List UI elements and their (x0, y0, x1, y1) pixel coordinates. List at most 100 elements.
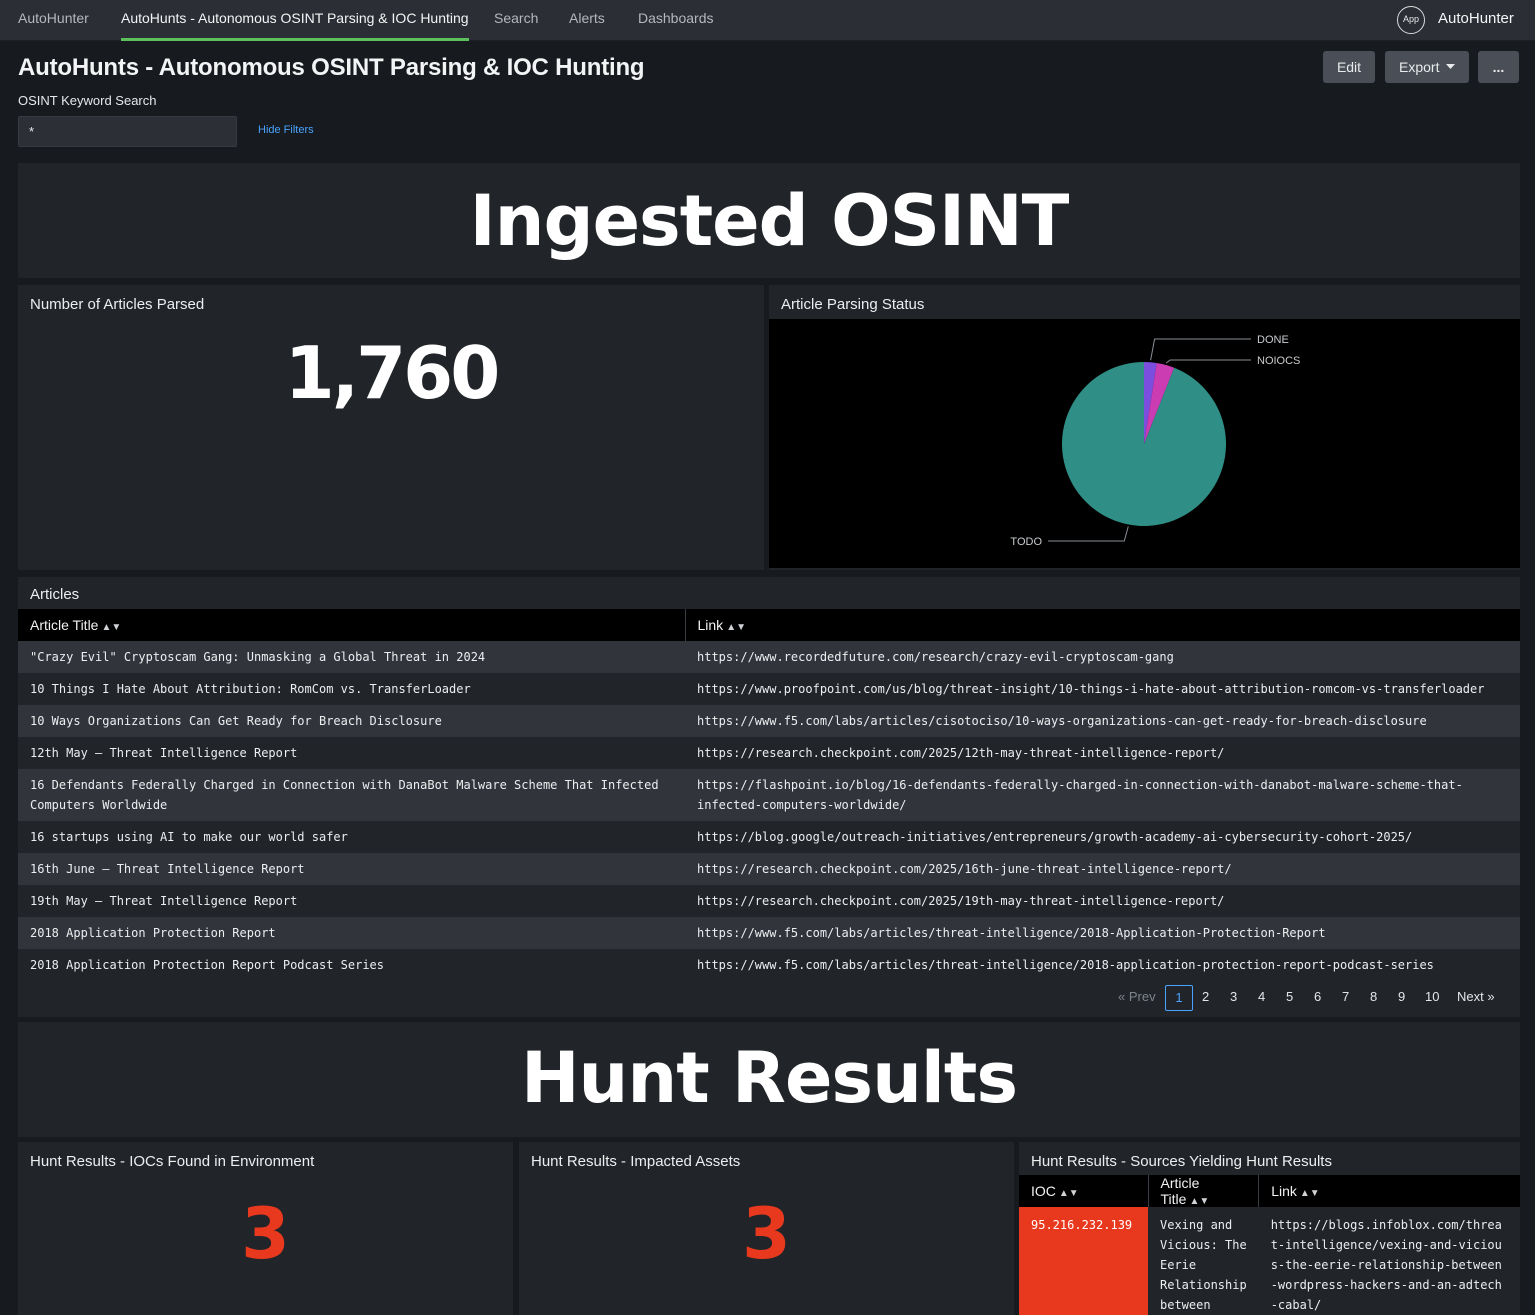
link-cell[interactable]: https://blog.google/outreach-initiatives… (685, 821, 1520, 853)
column-header-article-title[interactable]: Article Title ▲▼ (1147, 1175, 1259, 1207)
hunt-results-heading: Hunt Results (520, 1037, 1018, 1119)
edit-button[interactable]: Edit (1323, 51, 1375, 83)
table-row[interactable]: 10 Things I Hate About Attribution: RomC… (18, 673, 1520, 705)
nav-item-autohunts[interactable]: AutoHunts - Autonomous OSINT Parsing & I… (121, 0, 469, 41)
link-cell[interactable]: https://www.f5.com/labs/articles/threat-… (685, 917, 1520, 949)
nav-item-alerts[interactable]: Alerts (569, 0, 605, 41)
ioc-cell[interactable]: 95.216.232.139 (1019, 1207, 1148, 1315)
articles-parsed-panel: Number of Articles Parsed 1,760 (18, 285, 764, 570)
hide-filters-link[interactable]: Hide Filters (258, 124, 314, 136)
hunt-iocs-value: 3 (241, 1193, 290, 1275)
table-row[interactable]: 2018 Application Protection Report Podca… (18, 949, 1520, 981)
column-header-link[interactable]: Link ▲▼ (684, 609, 1520, 641)
table-row[interactable]: 16 Defendants Federally Charged in Conne… (18, 769, 1520, 821)
pie-leader-line (1165, 359, 1251, 364)
sort-icon: ▲▼ (726, 622, 746, 633)
pie-label-todo: TODO (1010, 536, 1042, 548)
hunt-sources-table: IOC ▲▼ Article Title ▲▼ Link ▲▼ 95.216.232.… (1019, 1175, 1520, 1315)
link-cell[interactable]: https://www.f5.com/labs/articles/cisotoc… (685, 705, 1520, 737)
more-actions-button[interactable]: ... (1478, 51, 1519, 83)
article-title-cell[interactable]: "Crazy Evil" Cryptoscam Gang: Unmasking … (18, 641, 685, 673)
link-cell[interactable]: https://research.checkpoint.com/2025/16t… (685, 853, 1520, 885)
table-row: 95.216.232.139 Vexing and Vicious: The E… (1019, 1207, 1520, 1315)
articles-table: Article Title ▲▼ Link ▲▼ "Crazy Evil" Cryp… (18, 609, 1520, 981)
export-button[interactable]: Export (1385, 51, 1469, 83)
nav-item-search[interactable]: Search (494, 0, 538, 41)
link-cell[interactable]: https://blogs.infoblox.com/threat-intell… (1258, 1207, 1520, 1315)
table-row[interactable]: 19th May – Threat Intelligence Report htt… (18, 885, 1520, 917)
keyword-search-label: OSINT Keyword Search (18, 93, 157, 108)
export-label: Export (1399, 59, 1440, 75)
article-title-cell[interactable]: Vexing and Vicious: The Eerie Relationsh… (1148, 1207, 1259, 1315)
article-title-cell[interactable]: 12th May – Threat Intelligence Report (18, 737, 685, 769)
column-header-ioc[interactable]: IOC ▲▼ (1019, 1175, 1148, 1207)
nav-item-dashboards[interactable]: Dashboards (638, 0, 714, 41)
articles-parsed-value: 1,760 (284, 331, 501, 415)
sort-icon: ▲▼ (1058, 1188, 1079, 1199)
page-7-link[interactable]: 7 (1342, 983, 1349, 1011)
articles-title: Articles (30, 586, 80, 603)
pie-leader-line (1150, 338, 1251, 361)
top-nav-bar: AutoHunter AutoHunts - Autonomous OSINT … (0, 0, 1535, 41)
parsing-status-title: Article Parsing Status (781, 296, 925, 313)
article-title-cell[interactable]: 16 startups using AI to make our world s… (18, 821, 685, 853)
pie-chart-svg: DONE NOIOCS TODO (1010, 334, 1300, 548)
table-row[interactable]: 2018 Application Protection Report https:… (18, 917, 1520, 949)
page-3-link[interactable]: 3 (1230, 983, 1237, 1011)
page-title: AutoHunts - Autonomous OSINT Parsing & I… (18, 54, 645, 81)
page-9-link[interactable]: 9 (1398, 983, 1405, 1011)
hunt-results-banner: Hunt Results (18, 1022, 1520, 1137)
article-title-cell[interactable]: 10 Things I Hate About Attribution: RomC… (18, 673, 685, 705)
link-cell[interactable]: https://research.checkpoint.com/2025/12t… (685, 737, 1520, 769)
link-cell[interactable]: https://research.checkpoint.com/2025/19t… (685, 885, 1520, 917)
page-4-link[interactable]: 4 (1258, 983, 1265, 1011)
nav-item-autohunter[interactable]: AutoHunter (18, 0, 89, 41)
ingested-osint-heading: Ingested OSINT (469, 180, 1070, 262)
pie-label-noiocs: NOIOCS (1257, 355, 1300, 367)
table-row[interactable]: 12th May – Threat Intelligence Report htt… (18, 737, 1520, 769)
hunt-iocs-title: Hunt Results - IOCs Found in Environment (30, 1153, 315, 1170)
page-10-link[interactable]: 10 (1425, 983, 1439, 1011)
pie-leader-line (1048, 526, 1129, 542)
pie-slice-todo[interactable] (1062, 362, 1226, 526)
next-page-link[interactable]: Next » (1457, 983, 1495, 1011)
app-icon[interactable]: App (1397, 6, 1425, 34)
page-8-link[interactable]: 8 (1370, 983, 1377, 1011)
page-2-link[interactable]: 2 (1202, 983, 1209, 1011)
pagination: « Prev 1 2 3 4 5 6 7 8 9 10 Next » (0, 983, 1535, 1011)
hunt-assets-value: 3 (742, 1193, 791, 1275)
ingested-osint-banner: Ingested OSINT (18, 163, 1520, 278)
hunt-assets-title: Hunt Results - Impacted Assets (531, 1153, 741, 1170)
table-row[interactable]: "Crazy Evil" Cryptoscam Gang: Unmasking … (18, 641, 1520, 673)
table-row[interactable]: 16 startups using AI to make our world s… (18, 821, 1520, 853)
link-cell[interactable]: https://www.recordedfuture.com/research/… (685, 641, 1520, 673)
article-title-cell[interactable]: 19th May – Threat Intelligence Report (18, 885, 685, 917)
column-header-link[interactable]: Link ▲▼ (1258, 1175, 1520, 1207)
page-5-link[interactable]: 5 (1286, 983, 1293, 1011)
keyword-search-input[interactable] (18, 116, 237, 147)
column-header-article-title[interactable]: Article Title ▲▼ (18, 609, 685, 641)
article-title-cell[interactable]: 2018 Application Protection Report (18, 917, 685, 949)
hunt-sources-title: Hunt Results - Sources Yielding Hunt Res… (1031, 1153, 1332, 1170)
caret-down-icon (1446, 64, 1455, 69)
article-title-cell[interactable]: 16 Defendants Federally Charged in Conne… (18, 769, 685, 821)
article-title-cell[interactable]: 2018 Application Protection Report Podca… (18, 949, 685, 981)
link-cell[interactable]: https://www.f5.com/labs/articles/threat-… (685, 949, 1520, 981)
sort-icon: ▲▼ (1299, 1188, 1320, 1199)
pie-label-done: DONE (1257, 334, 1289, 346)
sort-icon: ▲▼ (101, 622, 122, 633)
link-cell[interactable]: https://www.proofpoint.com/us/blog/threa… (685, 673, 1520, 705)
hunt-assets-panel: Hunt Results - Impacted Assets 3 (519, 1142, 1014, 1315)
hunt-iocs-panel: Hunt Results - IOCs Found in Environment… (18, 1142, 513, 1315)
table-row[interactable]: 16th June – Threat Intelligence Report ht… (18, 853, 1520, 885)
prev-page-link: « Prev (1118, 989, 1156, 1004)
parsing-status-chart: DONE NOIOCS TODO (769, 319, 1520, 568)
app-name[interactable]: AutoHunter (1438, 0, 1514, 41)
page-1-link[interactable]: 1 (1165, 985, 1193, 1011)
article-title-cell[interactable]: 10 Ways Organizations Can Get Ready for … (18, 705, 685, 737)
link-cell[interactable]: https://flashpoint.io/blog/16-defendants… (685, 769, 1520, 821)
article-title-cell[interactable]: 16th June – Threat Intelligence Report (18, 853, 685, 885)
sort-icon: ▲▼ (1189, 1196, 1210, 1207)
table-row[interactable]: 10 Ways Organizations Can Get Ready for … (18, 705, 1520, 737)
page-6-link[interactable]: 6 (1314, 983, 1321, 1011)
